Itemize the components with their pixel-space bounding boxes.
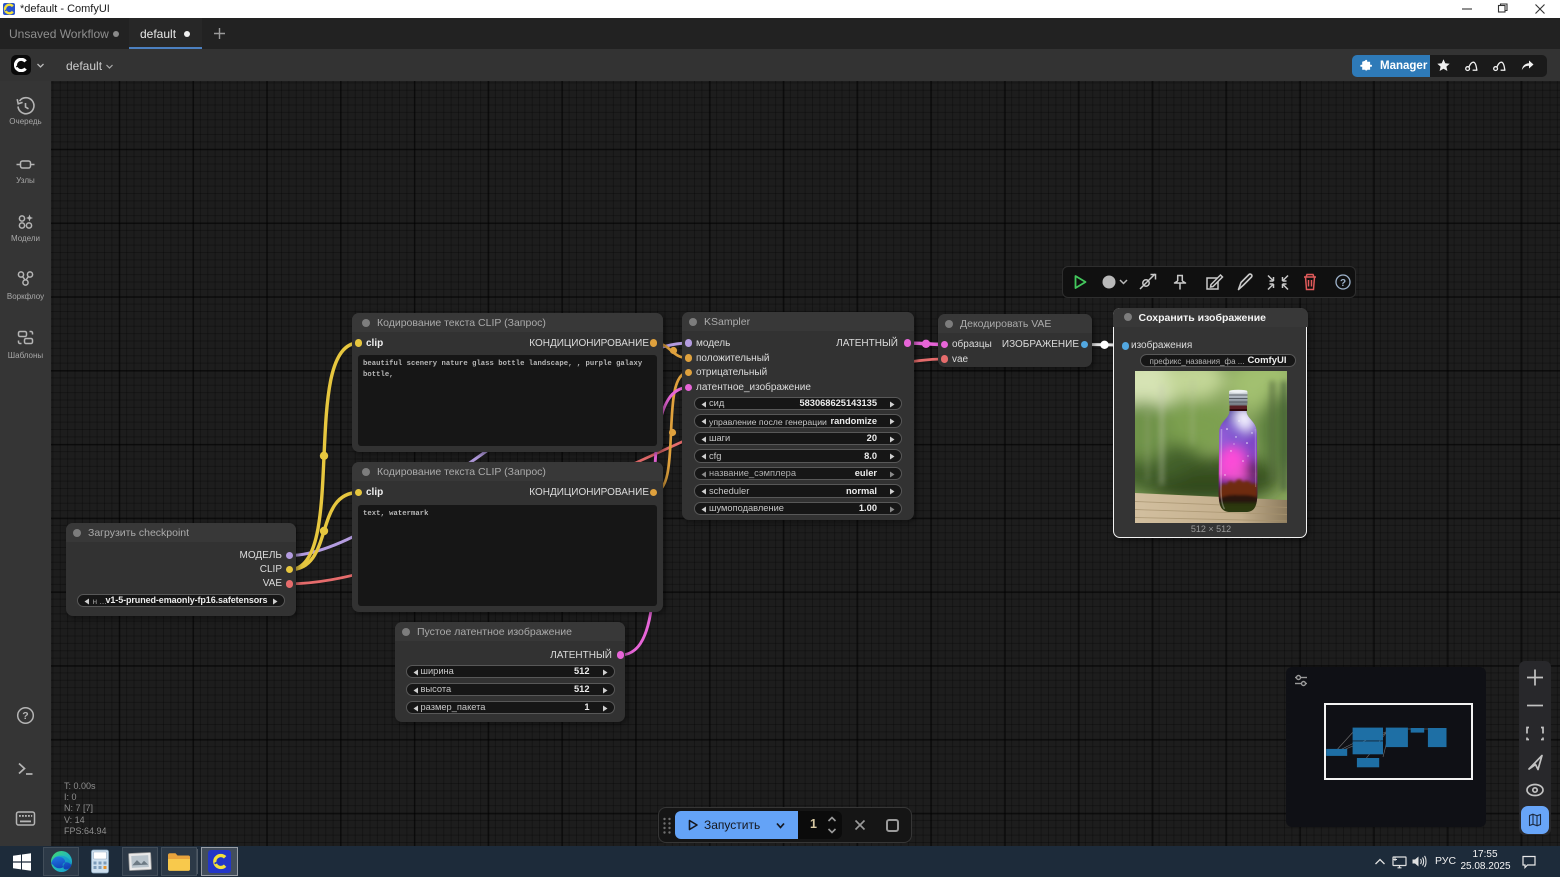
svg-text:?: ? bbox=[1340, 278, 1346, 289]
